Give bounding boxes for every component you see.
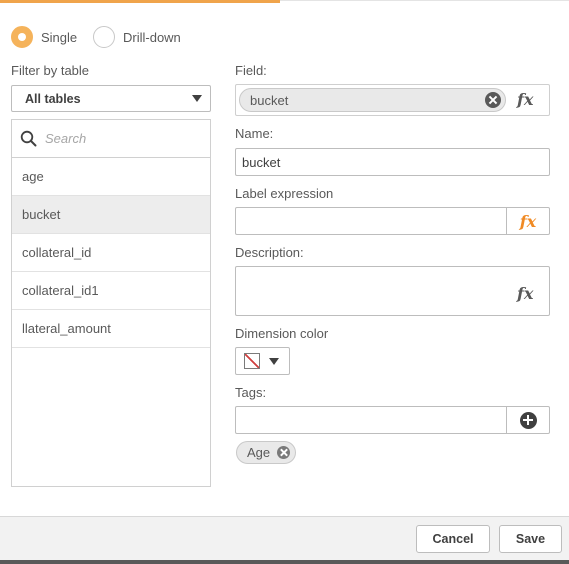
- label-expression-input[interactable]: [235, 207, 507, 235]
- tag-chip-text: Age: [247, 445, 271, 460]
- tag-chip[interactable]: Age: [236, 441, 296, 464]
- field-label: Field:: [235, 63, 267, 78]
- fx-icon[interactable]: fx: [517, 284, 533, 303]
- field-search-input[interactable]: [45, 131, 195, 146]
- field-list: age bucket collateral_id collateral_id1 …: [11, 119, 211, 487]
- dimension-color-label: Dimension color: [235, 326, 329, 341]
- name-label: Name:: [235, 126, 274, 141]
- bottom-border: [0, 560, 569, 564]
- add-tag-button[interactable]: [507, 406, 550, 434]
- chevron-down-icon: [192, 95, 202, 102]
- label-expression-label: Label expression: [235, 186, 334, 201]
- list-item[interactable]: age: [12, 158, 210, 196]
- plus-icon: [519, 411, 537, 429]
- tags-label: Tags:: [235, 385, 267, 400]
- cancel-button[interactable]: Cancel: [416, 525, 490, 553]
- table-filter-dropdown[interactable]: All tables: [11, 85, 211, 112]
- dimension-color-picker[interactable]: [235, 347, 290, 375]
- tags-input[interactable]: [235, 406, 507, 434]
- label-expression-fx-button[interactable]: fx: [507, 207, 550, 235]
- description-input[interactable]: fx: [235, 266, 550, 316]
- list-item[interactable]: bucket: [12, 196, 210, 234]
- field-chip[interactable]: bucket: [239, 88, 506, 112]
- table-filter-value: All tables: [25, 91, 81, 106]
- radio-single-label: Single: [41, 29, 78, 45]
- list-item[interactable]: collateral_id1: [12, 272, 210, 310]
- name-input[interactable]: [235, 148, 550, 176]
- field-box: bucket fx: [235, 84, 550, 116]
- clear-icon[interactable]: [485, 92, 501, 108]
- radio-single-indicator[interactable]: [11, 26, 33, 48]
- list-item[interactable]: collateral_id: [12, 234, 210, 272]
- list-item[interactable]: llateral_amount: [12, 310, 210, 348]
- radio-drill-down[interactable]: Drill-down: [93, 26, 181, 48]
- field-chip-text: bucket: [250, 92, 289, 108]
- top-divider: [280, 0, 569, 1]
- radio-single[interactable]: Single: [11, 26, 77, 48]
- radio-drill-down-label: Drill-down: [123, 29, 181, 45]
- remove-tag-icon[interactable]: [277, 446, 290, 459]
- top-accent-bar: [0, 0, 280, 3]
- fx-icon[interactable]: fx: [517, 90, 533, 109]
- no-color-swatch-icon: [244, 353, 260, 369]
- description-label: Description:: [235, 245, 304, 260]
- search-icon: [20, 130, 37, 147]
- radio-drill-down-indicator[interactable]: [93, 26, 115, 48]
- field-search: [12, 120, 210, 158]
- fx-icon: fx: [519, 211, 537, 231]
- save-button[interactable]: Save: [499, 525, 562, 553]
- chevron-down-icon: [269, 357, 279, 365]
- filter-by-table-label: Filter by table: [11, 63, 90, 78]
